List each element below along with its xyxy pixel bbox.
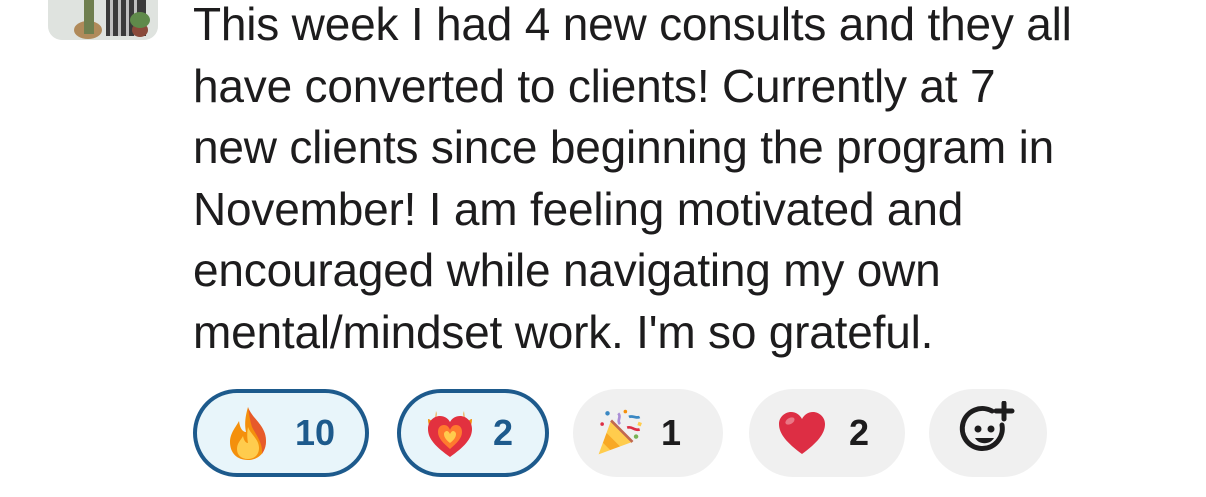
- reaction-count: 2: [493, 412, 514, 453]
- reaction-count: 2: [849, 412, 870, 453]
- reaction-count: 10: [295, 412, 336, 453]
- heart-on-fire-emoji-icon: [425, 405, 475, 461]
- reaction-count: 1: [661, 412, 682, 453]
- message-text: This week I had 4 new consults and they …: [193, 0, 1072, 358]
- reaction-red-heart[interactable]: 2: [749, 389, 905, 477]
- avatar[interactable]: [48, 0, 158, 40]
- fire-emoji-icon: [223, 405, 273, 461]
- reaction-fire[interactable]: 10: [193, 389, 369, 477]
- add-reaction-button[interactable]: [929, 389, 1047, 477]
- red-heart-emoji-icon: [777, 405, 827, 461]
- party-popper-emoji-icon: [595, 405, 645, 461]
- avatar-photo: [48, 0, 158, 40]
- reaction-heart-on-fire[interactable]: 2: [397, 389, 549, 477]
- reaction-party-popper[interactable]: 1: [573, 389, 723, 477]
- add-emoji-icon: [958, 400, 1018, 466]
